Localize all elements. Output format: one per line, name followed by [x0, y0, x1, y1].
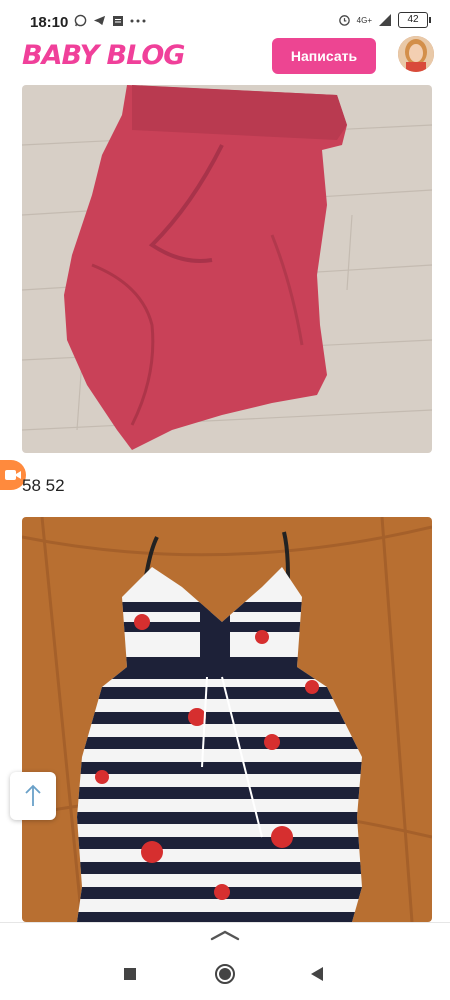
recents-button[interactable]: [118, 962, 142, 986]
message-icon: [113, 15, 123, 26]
back-button[interactable]: [305, 962, 329, 986]
scroll-to-top-button[interactable]: [10, 772, 56, 820]
status-time: 18:10: [30, 14, 69, 31]
system-nav-bar: [0, 948, 450, 1000]
alarm-icon: [338, 15, 350, 26]
recents-icon: [124, 968, 136, 980]
user-avatar[interactable]: [398, 36, 434, 72]
post-caption: 58 52: [22, 476, 65, 495]
back-icon: [311, 967, 323, 981]
home-button[interactable]: [213, 962, 237, 986]
video-camera-icon: [5, 470, 21, 480]
network-type: 4G+: [356, 15, 372, 25]
site-header: BABY BLOG Написать: [0, 36, 450, 84]
battery-icon: 42: [398, 12, 431, 28]
arrow-up-icon: [25, 784, 41, 806]
striped-nautical-dress-photo[interactable]: [22, 517, 432, 922]
system-icons: 4G+ 42: [338, 12, 431, 28]
telegram-icon: [93, 15, 106, 26]
whatsapp-icon: [74, 14, 87, 27]
notification-icons: [74, 14, 146, 27]
red-shorts-photo[interactable]: [22, 85, 432, 453]
site-logo[interactable]: BABY BLOG: [22, 40, 185, 71]
more-icon: [130, 19, 146, 22]
bottom-sheet-handle[interactable]: [0, 922, 450, 949]
signal-icon: [379, 14, 391, 26]
chevron-up-icon: [210, 930, 240, 941]
home-icon: [215, 964, 235, 984]
write-post-button[interactable]: Написать: [272, 38, 376, 74]
status-bar: 18:10 4G+ 42: [0, 0, 450, 40]
